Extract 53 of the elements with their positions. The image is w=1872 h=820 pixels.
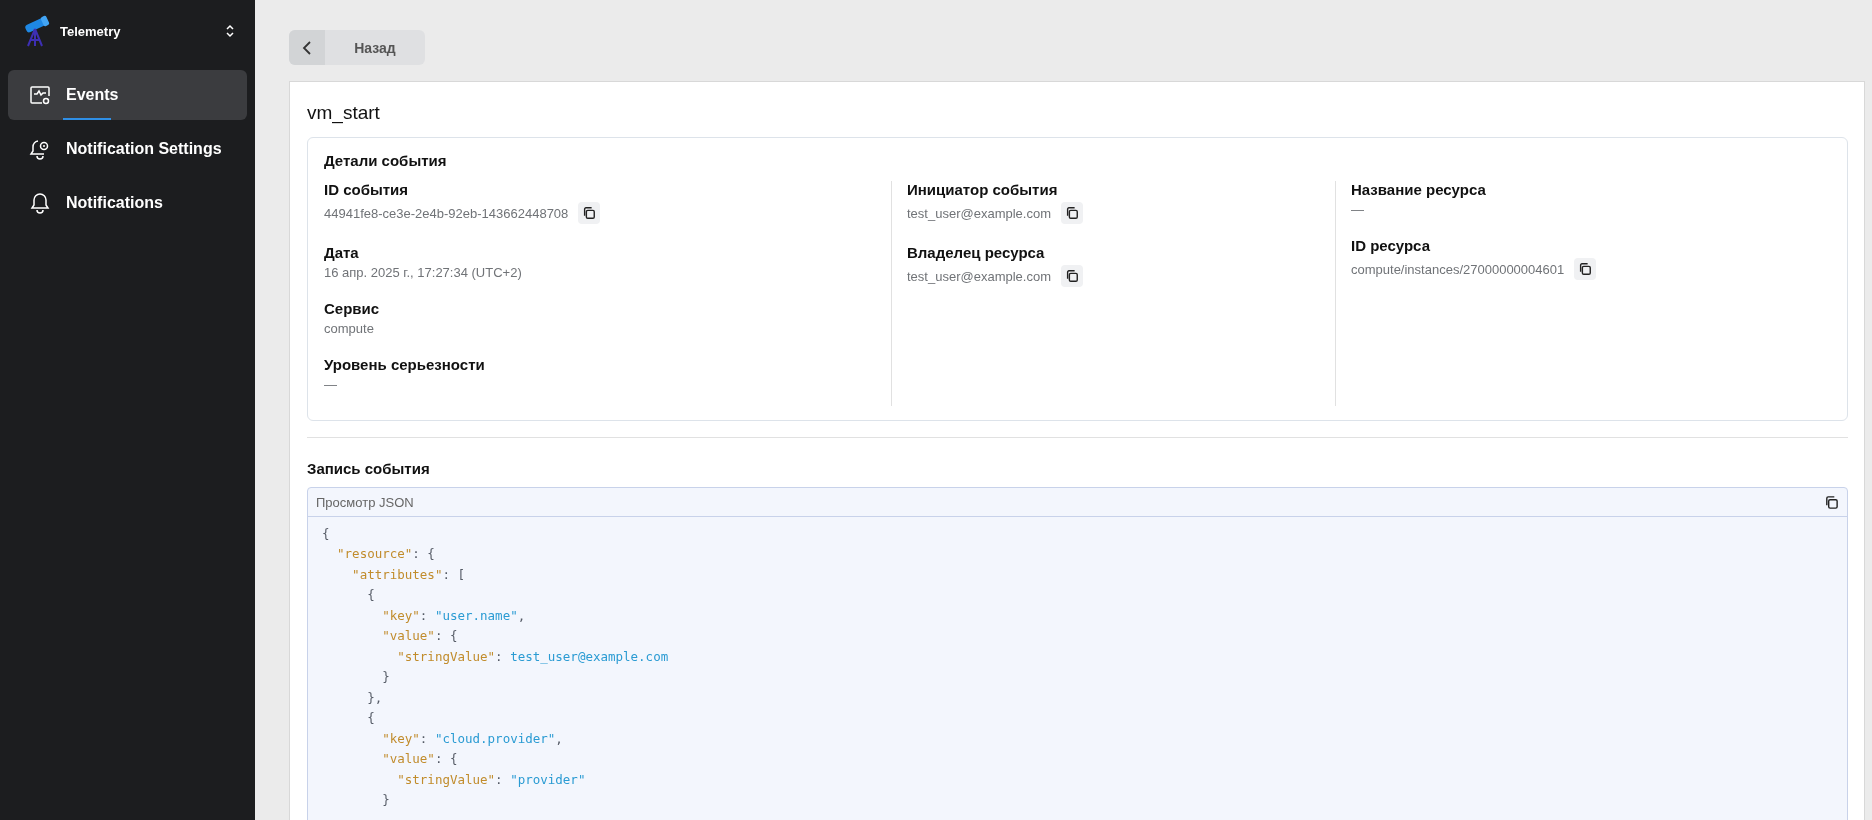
telescope-logo-icon xyxy=(22,15,50,47)
copy-icon xyxy=(1065,206,1079,220)
viewer-title: Просмотр JSON xyxy=(316,494,414,510)
code-line: "attributes": [ xyxy=(351,566,465,582)
section-title: Детали события xyxy=(324,152,448,169)
copy-button[interactable] xyxy=(1061,265,1083,287)
copy-icon xyxy=(1065,269,1079,283)
copy-icon[interactable] xyxy=(1824,494,1839,510)
bell-icon xyxy=(28,191,52,215)
code-line: "key": "user.name", xyxy=(381,607,526,623)
field-label: Инициатор события xyxy=(907,181,1058,198)
sidebar-item[interactable]: Notification Settings xyxy=(8,124,247,174)
sidebar-item[interactable]: Notifications xyxy=(8,178,247,228)
code-line: "resource": { xyxy=(336,546,435,562)
copy-button[interactable] xyxy=(578,202,601,224)
copy-button[interactable] xyxy=(1061,202,1083,224)
activity-monitor-icon xyxy=(28,83,52,107)
field-value: test_user@example.com xyxy=(907,268,1051,284)
code-line: { xyxy=(366,710,375,726)
field-value: — xyxy=(1351,202,1364,217)
sidebar-item[interactable]: Events xyxy=(8,70,247,120)
code-line: "stringValue": test_user@example.com xyxy=(396,648,669,664)
code-line: }, xyxy=(366,689,383,705)
field-value: — xyxy=(324,377,337,392)
code-line: "value": { xyxy=(381,628,458,644)
field-label: Уровень серьезности xyxy=(324,356,485,373)
field-value: compute xyxy=(324,321,374,336)
field-label: Владелец ресурса xyxy=(907,244,1045,261)
field-value: 16 апр. 2025 г., 17:27:34 (UTC+2) xyxy=(324,265,522,280)
code-line: } xyxy=(381,792,390,808)
field-label: ID события xyxy=(324,181,409,198)
field-value: test_user@example.com xyxy=(907,205,1051,221)
code-line: "value": { xyxy=(381,751,458,767)
field-value: compute/instances/27000000004601 xyxy=(1351,261,1565,277)
field-label: Сервис xyxy=(324,300,380,317)
chevron-up-down-icon[interactable] xyxy=(225,23,235,39)
field-label: Дата xyxy=(324,244,359,261)
code-line: "stringValue": "provider" xyxy=(396,771,586,787)
chevron-left-icon xyxy=(302,39,312,56)
event-title: vm_start xyxy=(307,102,381,124)
section-title: Запись события xyxy=(307,460,431,477)
code-line: { xyxy=(366,587,375,603)
back-button[interactable]: Назад xyxy=(289,30,425,65)
app-name: Telemetry xyxy=(60,23,122,39)
field-label: ID ресурса xyxy=(1351,237,1430,254)
field-label: Название ресурса xyxy=(1351,181,1486,198)
code-line: "key": "cloud.provider", xyxy=(381,730,563,746)
code-line: } xyxy=(381,669,390,685)
code-line: { xyxy=(322,525,330,541)
copy-button[interactable] xyxy=(1574,258,1597,280)
copy-icon xyxy=(1578,262,1593,276)
field-value: 44941fe8-ce3e-2e4b-92eb-143662448708 xyxy=(324,205,569,221)
copy-icon xyxy=(582,206,597,220)
